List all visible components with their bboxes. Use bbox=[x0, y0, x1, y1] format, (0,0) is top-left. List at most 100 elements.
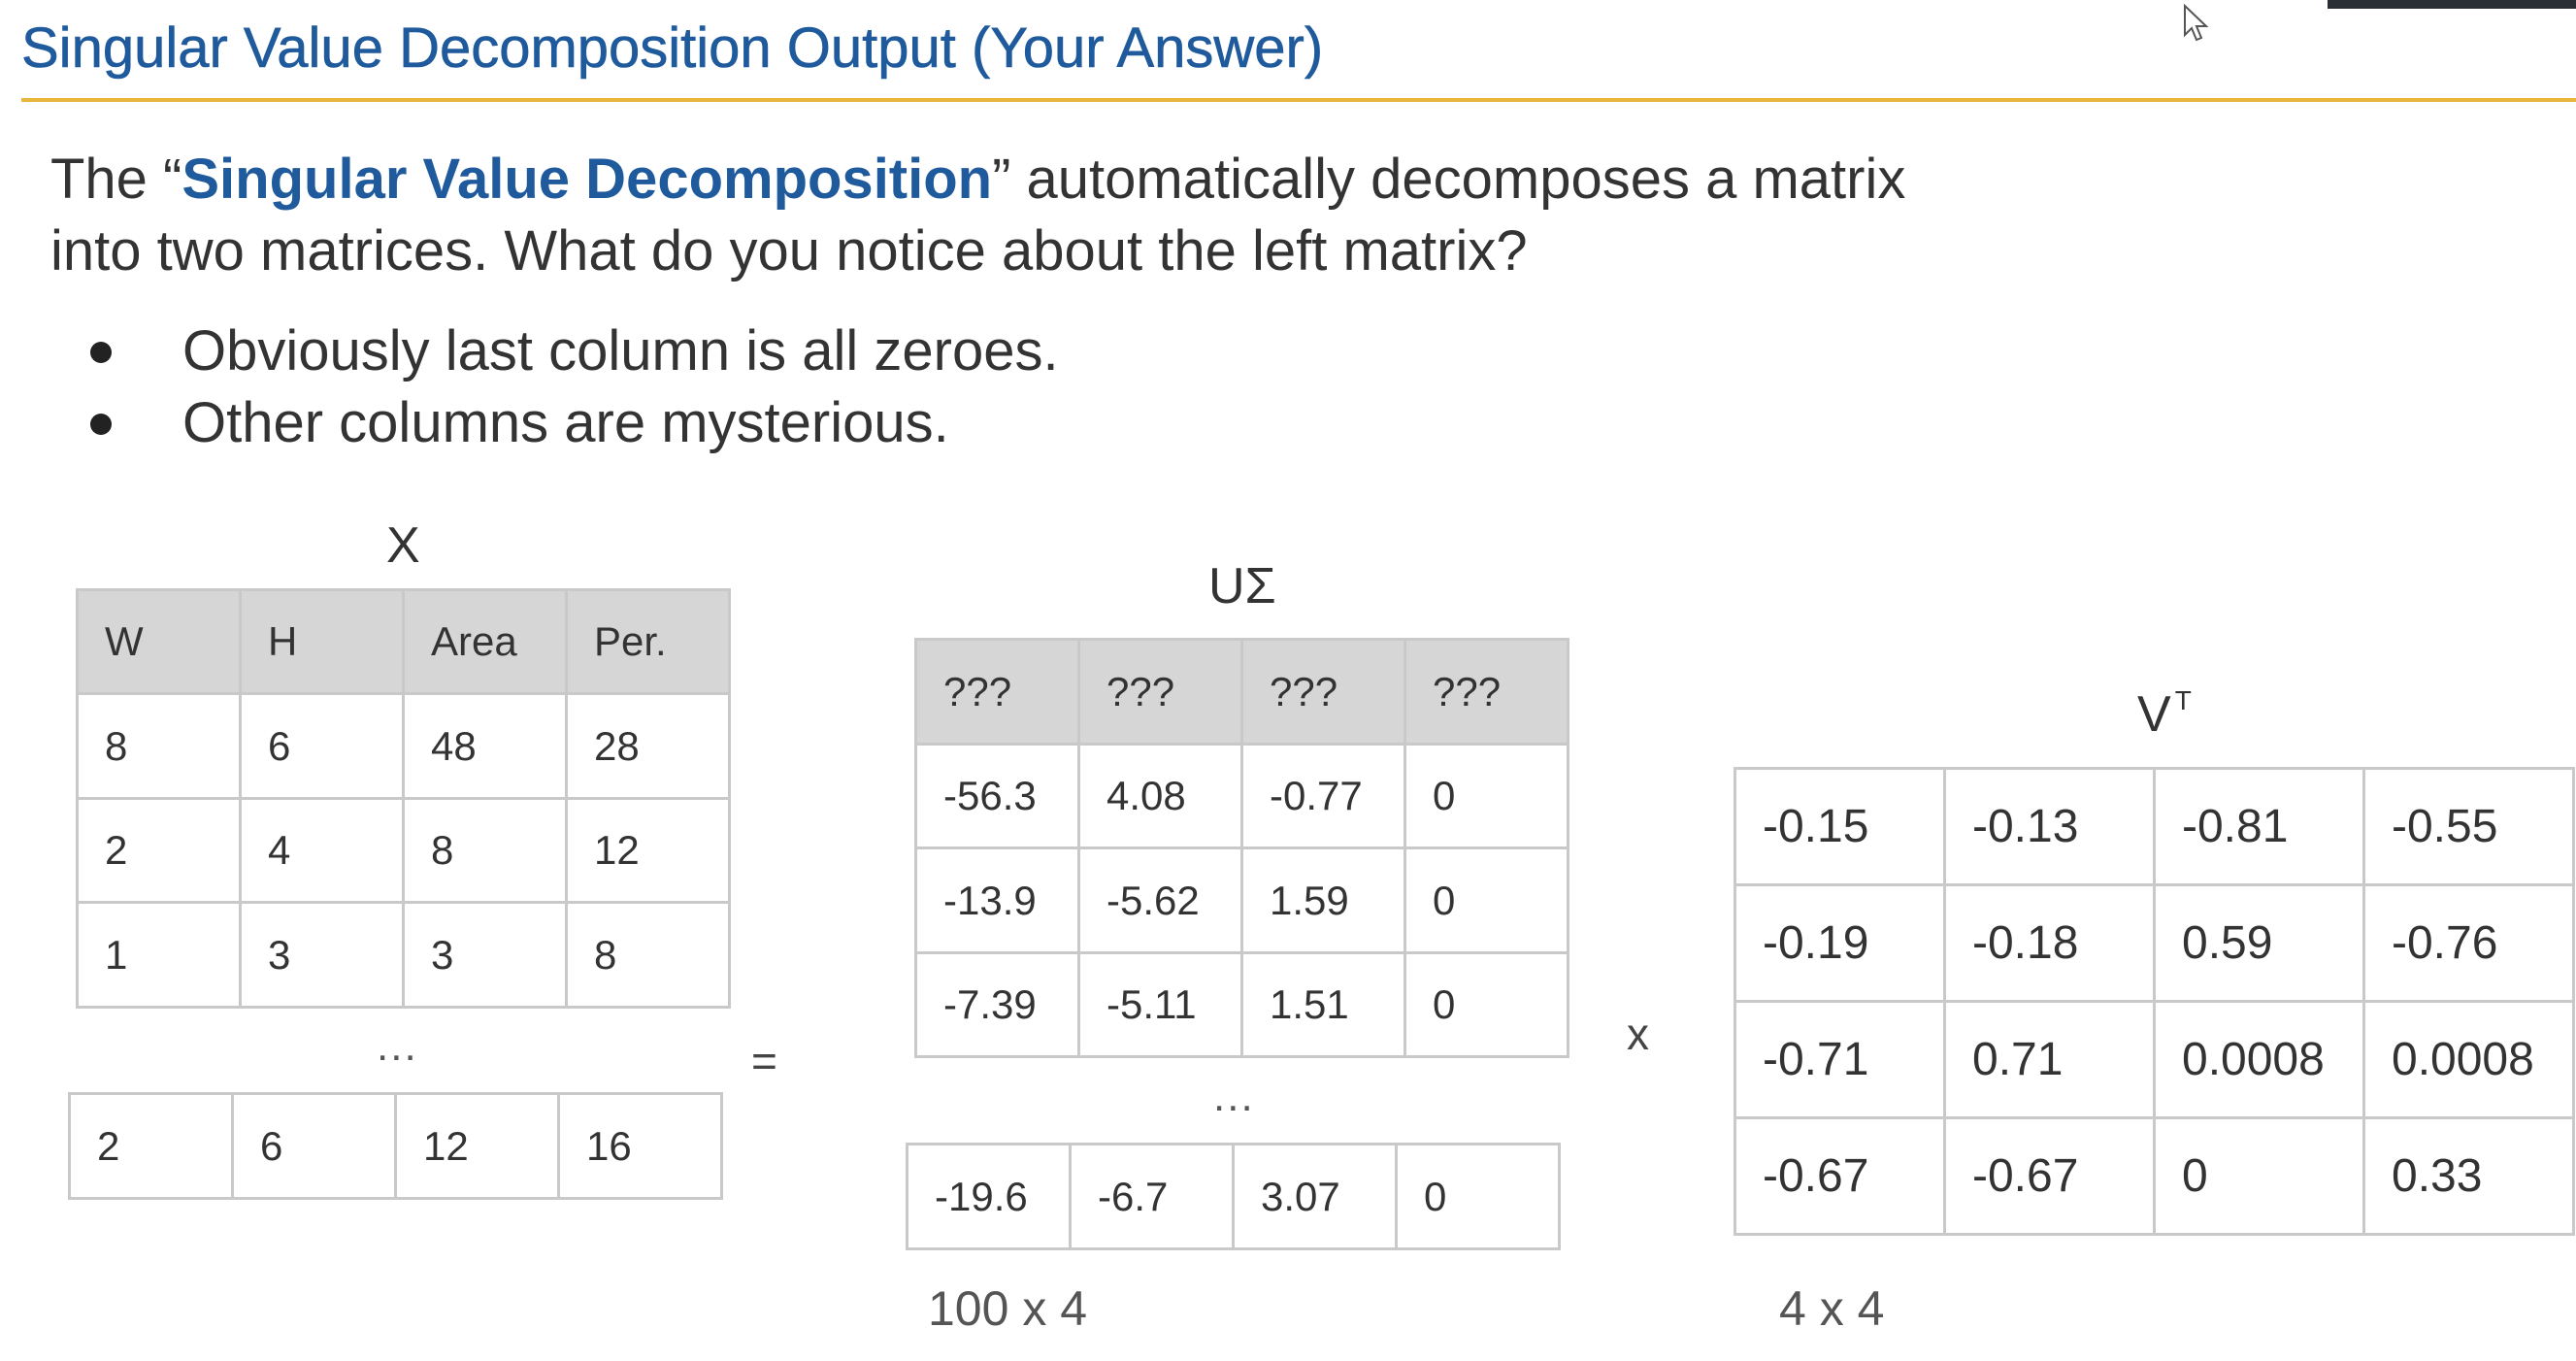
column-header: ??? bbox=[1240, 638, 1406, 746]
table-cell: 6 bbox=[239, 692, 405, 800]
matrix-u-sigma-label: UΣ bbox=[1208, 558, 1276, 614]
table-cell: 3 bbox=[402, 901, 568, 1009]
table-cell: -19.6 bbox=[906, 1143, 1072, 1250]
table-cell: -0.77 bbox=[1240, 743, 1406, 849]
table-cell: -0.19 bbox=[1734, 883, 1946, 1003]
table-cell: 12 bbox=[394, 1092, 560, 1200]
column-header: Per. bbox=[565, 588, 731, 695]
table-row: -0.67 -0.67 0 0.33 bbox=[1734, 1116, 2575, 1236]
matrix-vt-table: -0.15 -0.13 -0.81 -0.55 -0.19 -0.18 0.59… bbox=[1734, 767, 2575, 1236]
matrix-u-sigma-last-row-table: -19.6 -6.7 3.07 0 bbox=[906, 1143, 1561, 1250]
table-row: -0.19 -0.18 0.59 -0.76 bbox=[1734, 883, 2575, 1003]
bullet-item: Other columns are mysterious. bbox=[50, 387, 1798, 459]
matrix-vt-label: VT bbox=[2137, 685, 2192, 751]
table-cell: 2 bbox=[76, 797, 242, 904]
table-cell: 1.51 bbox=[1240, 951, 1406, 1058]
table-cell: -0.81 bbox=[2153, 767, 2365, 886]
table-cell: 12 bbox=[565, 797, 731, 904]
table-row: -19.6 -6.7 3.07 0 bbox=[906, 1143, 1561, 1250]
intro-line-2: into two matrices. What do you notice ab… bbox=[50, 219, 1528, 282]
multiply-sign: x bbox=[1627, 1009, 1649, 1059]
matrix-x-last-row-table: 2 6 12 16 bbox=[68, 1092, 723, 1200]
intro-line-1: The “Singular Value Decomposition” autom… bbox=[50, 144, 1992, 216]
table-cell: 0.59 bbox=[2153, 883, 2365, 1003]
table-cell: -13.9 bbox=[914, 846, 1080, 954]
mouse-cursor-icon bbox=[2184, 4, 2209, 42]
table-row: -7.39 -5.11 1.51 0 bbox=[914, 951, 1569, 1058]
table-cell: 0 bbox=[2153, 1116, 2365, 1236]
table-cell: -0.18 bbox=[1943, 883, 2156, 1003]
bullet-item: Obviously last column is all zeroes. bbox=[50, 315, 1798, 387]
table-row: 2 6 12 16 bbox=[68, 1092, 723, 1200]
bullet-text: Other columns are mysterious. bbox=[182, 391, 949, 454]
table-cell: -6.7 bbox=[1069, 1143, 1235, 1250]
table-row: 8 6 48 28 bbox=[76, 692, 731, 800]
table-cell: 2 bbox=[68, 1092, 234, 1200]
matrix-vt-label-superscript: T bbox=[2174, 685, 2192, 715]
svd-highlight: Singular Value Decomposition bbox=[182, 148, 993, 211]
table-cell: 0.33 bbox=[2362, 1116, 2575, 1236]
table-cell: 0 bbox=[1404, 846, 1569, 954]
table-cell: -5.62 bbox=[1077, 846, 1243, 954]
column-header: ??? bbox=[1404, 638, 1569, 746]
table-cell: -0.67 bbox=[1943, 1116, 2156, 1236]
title-divider bbox=[21, 98, 2576, 102]
table-cell: -5.11 bbox=[1077, 951, 1243, 1058]
table-cell: -7.39 bbox=[914, 951, 1080, 1058]
table-cell: 8 bbox=[565, 901, 731, 1009]
table-row: -13.9 -5.62 1.59 0 bbox=[914, 846, 1569, 954]
table-cell: 0.71 bbox=[1943, 1000, 2156, 1119]
table-cell: 4 bbox=[239, 797, 405, 904]
table-cell: 0.0008 bbox=[2153, 1000, 2365, 1119]
matrix-x-ellipsis: ... bbox=[377, 1022, 418, 1070]
column-header: Area bbox=[402, 588, 568, 695]
table-cell: 8 bbox=[402, 797, 568, 904]
matrix-vt-label-base: V bbox=[2137, 686, 2171, 743]
table-cell: 0 bbox=[1395, 1143, 1561, 1250]
table-cell: -56.3 bbox=[914, 743, 1080, 849]
matrix-x-table: W H Area Per. 8 6 48 28 2 4 8 12 1 3 3 8 bbox=[76, 588, 731, 1009]
intro-text-start: The “ bbox=[50, 148, 182, 211]
column-header: ??? bbox=[914, 638, 1080, 746]
table-cell: 4.08 bbox=[1077, 743, 1243, 849]
table-row: -0.15 -0.13 -0.81 -0.55 bbox=[1734, 767, 2575, 886]
table-cell: -0.76 bbox=[2362, 883, 2575, 1003]
table-row: -0.71 0.71 0.0008 0.0008 bbox=[1734, 1000, 2575, 1119]
table-cell: 16 bbox=[557, 1092, 723, 1200]
bullet-dot-icon bbox=[90, 342, 112, 363]
column-header: ??? bbox=[1077, 638, 1243, 746]
matrix-u-sigma-header-row: ??? ??? ??? ??? bbox=[914, 638, 1569, 746]
column-header: W bbox=[76, 588, 242, 695]
table-cell: -0.15 bbox=[1734, 767, 1946, 886]
table-cell: 6 bbox=[231, 1092, 397, 1200]
table-cell: 3.07 bbox=[1232, 1143, 1398, 1250]
table-cell: -0.55 bbox=[2362, 767, 2575, 886]
table-cell: -0.71 bbox=[1734, 1000, 1946, 1119]
table-row: -56.3 4.08 -0.77 0 bbox=[914, 743, 1569, 849]
matrix-u-sigma-dimensions: 100 x 4 bbox=[928, 1281, 1088, 1336]
column-header: H bbox=[239, 588, 405, 695]
slide-title: Singular Value Decomposition Output (You… bbox=[21, 17, 1324, 81]
table-cell: 28 bbox=[565, 692, 731, 800]
matrix-x-header-row: W H Area Per. bbox=[76, 588, 731, 695]
table-cell: 0.0008 bbox=[2362, 1000, 2575, 1119]
matrix-u-sigma-ellipsis: ... bbox=[1213, 1073, 1255, 1120]
table-cell: -0.67 bbox=[1734, 1116, 1946, 1236]
table-cell: 0 bbox=[1404, 951, 1569, 1058]
bullet-dot-icon bbox=[90, 414, 112, 435]
matrix-x-label: X bbox=[386, 517, 420, 574]
matrix-vt-dimensions: 4 x 4 bbox=[1779, 1281, 1885, 1336]
table-cell: 48 bbox=[402, 692, 568, 800]
table-cell: 0 bbox=[1404, 743, 1569, 849]
table-cell: -0.13 bbox=[1943, 767, 2156, 886]
table-row: 2 4 8 12 bbox=[76, 797, 731, 904]
intro-paragraph: The “Singular Value Decomposition” autom… bbox=[50, 144, 1992, 287]
intro-text-end: ” automatically decomposes a matrix bbox=[992, 148, 1906, 211]
equals-sign: = bbox=[751, 1036, 777, 1086]
table-cell: 8 bbox=[76, 692, 242, 800]
table-cell: 1 bbox=[76, 901, 242, 1009]
bullet-list: Obviously last column is all zeroes. Oth… bbox=[50, 315, 1798, 459]
table-cell: 3 bbox=[239, 901, 405, 1009]
matrix-u-sigma-table: ??? ??? ??? ??? -56.3 4.08 -0.77 0 -13.9… bbox=[914, 638, 1569, 1058]
table-row: 1 3 3 8 bbox=[76, 901, 731, 1009]
